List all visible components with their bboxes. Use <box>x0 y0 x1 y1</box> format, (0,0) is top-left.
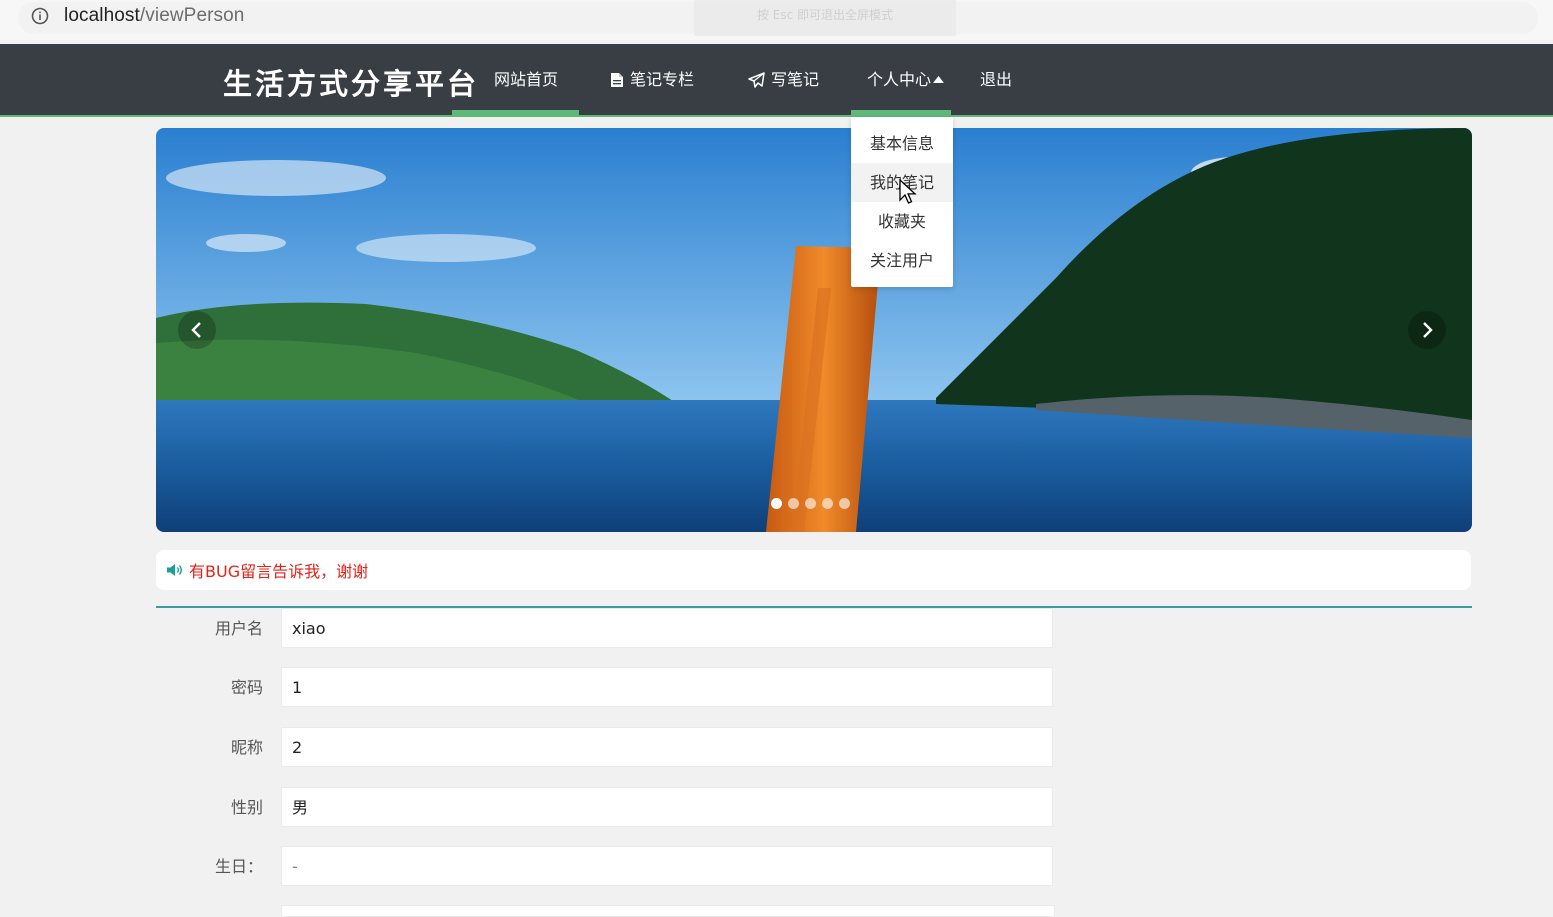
chevron-left-icon <box>191 322 201 338</box>
nickname-label: 昵称 <box>230 738 263 757</box>
chevron-right-icon <box>1423 322 1433 338</box>
gender-field[interactable]: 男 <box>281 787 1053 827</box>
carousel-dot[interactable] <box>822 498 833 509</box>
caret-up-icon <box>933 76 945 83</box>
dropdown-item-basic-info[interactable]: 基本信息 <box>851 124 953 163</box>
site-brand[interactable]: 生活方式分享平台 <box>223 61 479 103</box>
form-row-birthday: 生日： - <box>156 846 1056 888</box>
carousel-dot[interactable] <box>788 498 799 509</box>
nav-item-notes[interactable]: 笔记专栏 <box>610 44 694 115</box>
birthday-label: 生日： <box>214 857 263 876</box>
carousel-dot[interactable] <box>805 498 816 509</box>
carousel-prev-button[interactable] <box>178 311 216 349</box>
form-row-gender: 性别 男 <box>156 787 1056 829</box>
url-text[interactable]: localhost/viewPerson <box>64 5 244 27</box>
dropdown-item-followed-users[interactable]: 关注用户 <box>851 241 953 280</box>
carousel-indicators <box>771 498 850 509</box>
nav-active-indicator-home <box>452 110 579 115</box>
fullscreen-hint: 按 Esc 即可退出全屏模式 <box>694 0 956 36</box>
password-label: 密码 <box>230 678 263 697</box>
image-carousel[interactable] <box>156 128 1472 532</box>
form-row-username: 用户名 xiao <box>156 608 1056 650</box>
gender-label: 性别 <box>230 798 263 817</box>
form-row-password: 密码 1 <box>156 667 1056 709</box>
info-icon[interactable] <box>31 7 49 25</box>
nav-item-home[interactable]: 网站首页 <box>494 44 558 115</box>
form-row-nickname: 昵称 2 <box>156 727 1056 769</box>
paper-plane-icon <box>748 71 765 88</box>
mouse-cursor-icon <box>899 179 917 204</box>
top-navbar: 生活方式分享平台 网站首页 笔记专栏 写笔记 个人中心 退出 <box>0 44 1553 117</box>
next-form-field-partial[interactable] <box>281 905 1055 917</box>
notice-text: 有BUG留言告诉我，谢谢 <box>189 562 369 581</box>
carousel-dot[interactable] <box>839 498 850 509</box>
carousel-slide-image <box>156 128 1472 532</box>
browser-address-bar: localhost/viewPerson 按 Esc 即可退出全屏模式 <box>0 0 1553 40</box>
nav-item-write[interactable]: 写笔记 <box>748 44 819 115</box>
password-field[interactable]: 1 <box>281 667 1053 707</box>
file-icon <box>610 72 624 88</box>
nav-item-personal-center[interactable]: 个人中心 <box>867 44 945 115</box>
birthday-field[interactable]: - <box>281 846 1053 886</box>
speaker-icon <box>166 563 183 577</box>
nickname-field[interactable]: 2 <box>281 727 1053 767</box>
carousel-dot[interactable] <box>771 498 782 509</box>
dropdown-item-favorites[interactable]: 收藏夹 <box>851 202 953 241</box>
carousel-next-button[interactable] <box>1408 311 1446 349</box>
nav-active-indicator-personal <box>851 110 951 115</box>
notice-bar: 有BUG留言告诉我，谢谢 <box>156 550 1471 590</box>
username-label: 用户名 <box>214 619 263 638</box>
username-field[interactable]: xiao <box>281 608 1053 648</box>
nav-item-logout[interactable]: 退出 <box>980 44 1012 115</box>
